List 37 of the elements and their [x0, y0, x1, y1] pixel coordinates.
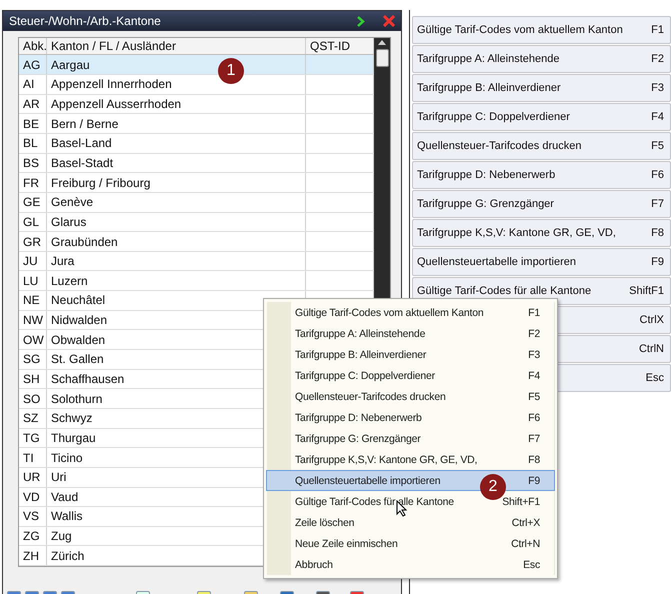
- table-cell: Bern / Berne: [47, 114, 306, 133]
- table-cell: Graubünden: [47, 232, 306, 251]
- table-cell: TI: [19, 448, 47, 467]
- table-cell: LU: [19, 271, 47, 290]
- table-cell: NW: [19, 310, 47, 330]
- table-cell: Luzern: [47, 271, 306, 290]
- table-cell: ZG: [19, 526, 47, 546]
- table-cell: Appenzell Ausserrhoden: [47, 94, 306, 114]
- table-cell: SZ: [19, 408, 47, 428]
- table-cell: BS: [19, 154, 47, 172]
- table-cell: BE: [19, 114, 47, 133]
- table-cell: Basel-Stadt: [47, 154, 306, 172]
- table-cell: VD: [19, 488, 47, 506]
- table-cell: NE: [19, 291, 47, 310]
- table-cell: Basel-Land: [47, 134, 306, 153]
- table-cell: GE: [19, 192, 47, 212]
- table-cell: AR: [19, 94, 47, 114]
- table-cell: GL: [19, 212, 47, 232]
- table-cell: SO: [19, 389, 47, 408]
- table-cell: Freiburg / Fribourg: [47, 173, 306, 192]
- window-title: Steuer-/Wohn-/Arb.-Kantone: [9, 14, 162, 28]
- table-cell: OW: [19, 330, 47, 350]
- table-cell: BL: [19, 134, 47, 153]
- table-cell: SH: [19, 370, 47, 388]
- table-cell: Genève: [47, 192, 306, 212]
- table-cell: AG: [19, 55, 47, 74]
- table-cell: TG: [19, 428, 47, 448]
- table-cell: GR: [19, 232, 47, 251]
- table-cell: UR: [19, 468, 47, 487]
- table-cell: AI: [19, 75, 47, 94]
- table-cell: FR: [19, 173, 47, 192]
- table-cell: JU: [19, 252, 47, 270]
- table-cell: SG: [19, 350, 47, 369]
- table-cell: Jura: [47, 252, 306, 270]
- table-cell: VS: [19, 507, 47, 526]
- table-cell: Glarus: [47, 212, 306, 232]
- table-cell: ZH: [19, 546, 47, 566]
